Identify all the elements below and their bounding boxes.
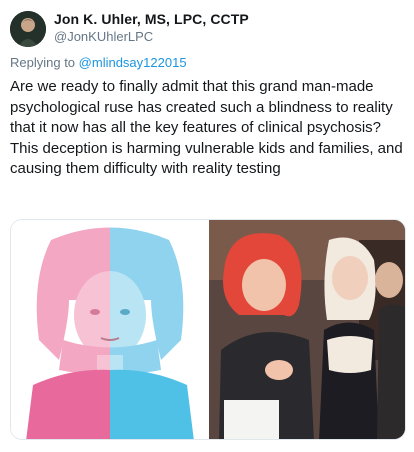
tweet-media[interactable]: [10, 219, 406, 440]
media-image-people-photo[interactable]: [209, 220, 405, 439]
author-block[interactable]: Jon K. Uhler, MS, LPC, CCTP @JonKUhlerLP…: [54, 11, 249, 45]
split-portrait-image: [11, 220, 209, 439]
avatar-image: [10, 11, 46, 47]
people-photo-image: [209, 220, 405, 439]
tweet-text: Are we ready to finally admit that this …: [10, 78, 403, 177]
media-image-split-child[interactable]: [11, 220, 209, 439]
author-handle[interactable]: @JonKUhlerLPC: [54, 28, 249, 45]
avatar[interactable]: [10, 11, 46, 47]
author-display-name[interactable]: Jon K. Uhler, MS, LPC, CCTP: [54, 11, 249, 28]
replying-to: Replying to @mlindsay122015: [10, 55, 187, 70]
replying-to-prefix: Replying to: [10, 55, 76, 70]
reply-mention-link[interactable]: @mlindsay122015: [79, 55, 187, 70]
